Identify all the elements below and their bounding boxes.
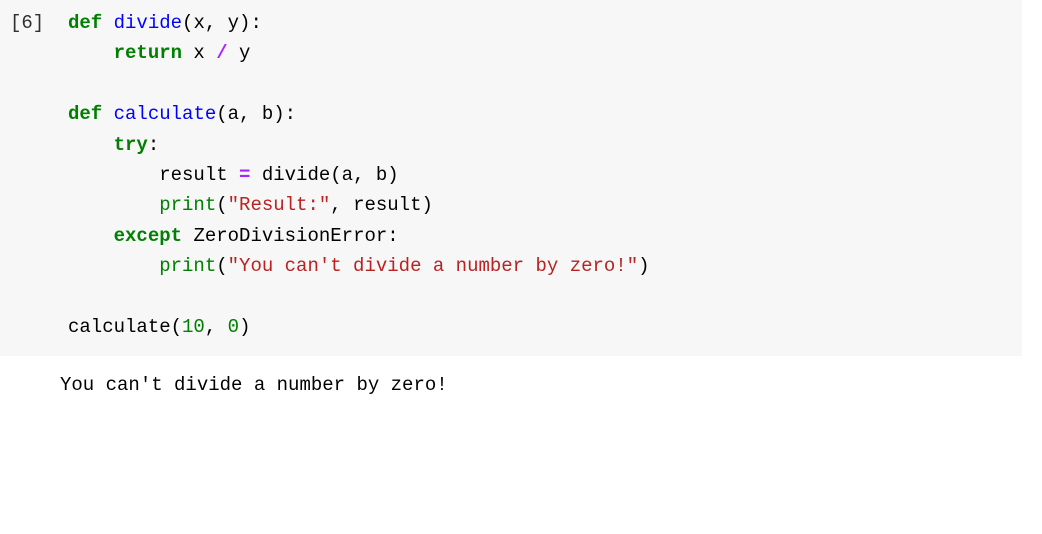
operator-div: /	[216, 42, 227, 64]
string: "Result:"	[228, 194, 331, 216]
function-name: divide	[114, 12, 182, 34]
code-cell: [6] def divide(x, y): return x / y def c…	[0, 0, 1022, 356]
exception-name: ZeroDivisionError	[193, 225, 387, 247]
output-area: You can't divide a number by zero!	[0, 356, 1022, 408]
builtin-print: print	[159, 255, 216, 277]
keyword-try: try	[114, 134, 148, 156]
params: (a, b):	[216, 103, 296, 125]
cell-prompt: [6]	[10, 8, 68, 38]
number: 10	[182, 316, 205, 338]
code-block[interactable]: def divide(x, y): return x / y def calcu…	[68, 8, 650, 342]
keyword-def: def	[68, 12, 102, 34]
function-name: calculate	[114, 103, 217, 125]
keyword-return: return	[114, 42, 182, 64]
builtin-print: print	[159, 194, 216, 216]
output-text: You can't divide a number by zero!	[60, 370, 448, 400]
number: 0	[228, 316, 239, 338]
operator-eq: =	[239, 164, 250, 186]
keyword-except: except	[114, 225, 182, 247]
params: (x, y):	[182, 12, 262, 34]
string: "You can't divide a number by zero!"	[228, 255, 638, 277]
keyword-def: def	[68, 103, 102, 125]
